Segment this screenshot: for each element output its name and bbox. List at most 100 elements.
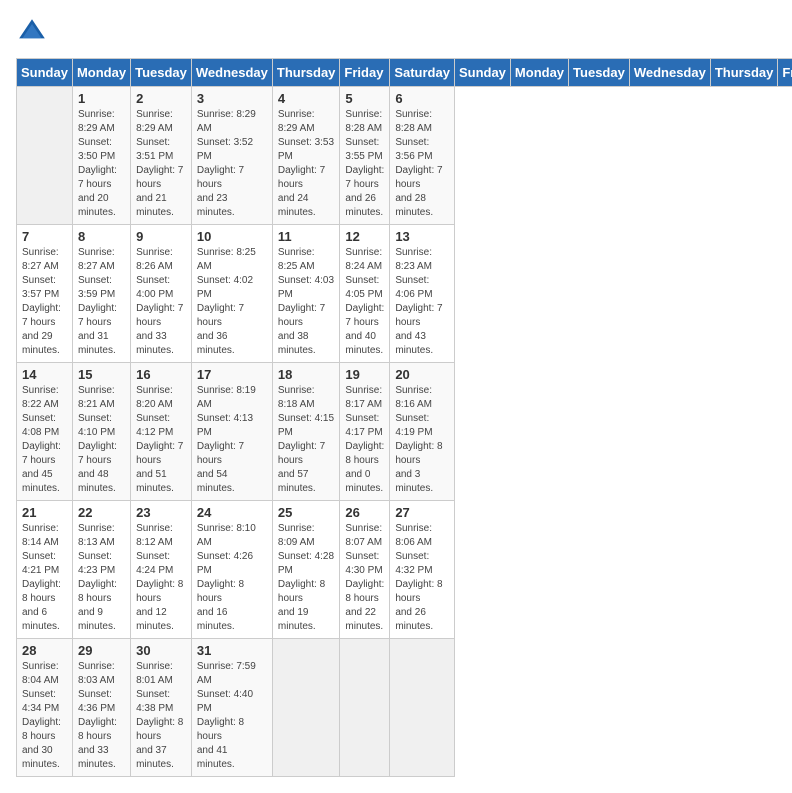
col-header-friday: Friday: [778, 59, 792, 87]
day-cell: 23 Sunrise: 8:12 AM Sunset: 4:24 PM Dayli…: [131, 501, 192, 639]
day-info: Sunrise: 8:27 AM Sunset: 3:57 PM Dayligh…: [22, 246, 67, 358]
day-cell: 2Sunrise: 8:29 AM Sunset: 3:51 PM Daylig…: [131, 87, 192, 225]
day-info: Sunrise: 7:59 AM Sunset: 4:40 PM Dayligh…: [197, 660, 267, 772]
day-number: 26: [345, 505, 384, 520]
col-header-monday: Monday: [510, 59, 568, 87]
day-number: 12: [345, 229, 384, 244]
day-info: Sunrise: 8:29 AM Sunset: 3:50 PM Dayligh…: [78, 108, 125, 220]
day-cell: [340, 639, 390, 777]
header-friday: Friday: [340, 59, 390, 87]
day-info: Sunrise: 8:19 AM Sunset: 4:13 PM Dayligh…: [197, 384, 267, 496]
day-info: Sunrise: 8:09 AM Sunset: 4:28 PM Dayligh…: [278, 522, 335, 634]
week-row-3: 14Sunrise: 8:22 AM Sunset: 4:08 PM Dayli…: [17, 363, 792, 501]
day-info: Sunrise: 8:24 AM Sunset: 4:05 PM Dayligh…: [345, 246, 384, 358]
day-info: Sunrise: 8:18 AM Sunset: 4:15 PM Dayligh…: [278, 384, 335, 496]
day-info: Sunrise: 8:14 AM Sunset: 4:21 PM Dayligh…: [22, 522, 67, 634]
day-cell: 25Sunrise: 8:09 AM Sunset: 4:28 PM Dayli…: [272, 501, 340, 639]
day-cell: 4 Sunrise: 8:29 AM Sunset: 3:53 PM Daylig…: [272, 87, 340, 225]
day-info: Sunrise: 8:12 AM Sunset: 4:24 PM Dayligh…: [136, 522, 186, 634]
header-monday: Monday: [72, 59, 130, 87]
day-number: 16: [136, 367, 186, 382]
day-info: Sunrise: 8:06 AM Sunset: 4:32 PM Dayligh…: [395, 522, 449, 634]
day-cell: 3 Sunrise: 8:29 AM Sunset: 3:52 PM Daylig…: [191, 87, 272, 225]
day-number: 24: [197, 505, 267, 520]
day-number: 1: [78, 91, 125, 106]
day-number: 21: [22, 505, 67, 520]
day-number: 23: [136, 505, 186, 520]
day-cell: 8 Sunrise: 8:27 AM Sunset: 3:59 PM Daylig…: [72, 225, 130, 363]
col-header-tuesday: Tuesday: [569, 59, 630, 87]
logo: [16, 16, 52, 48]
day-cell: 28 Sunrise: 8:04 AM Sunset: 4:34 PM Dayli…: [17, 639, 73, 777]
header-tuesday: Tuesday: [131, 59, 192, 87]
day-info: Sunrise: 8:17 AM Sunset: 4:17 PM Dayligh…: [345, 384, 384, 496]
day-info: Sunrise: 8:07 AM Sunset: 4:30 PM Dayligh…: [345, 522, 384, 634]
day-cell: 17 Sunrise: 8:19 AM Sunset: 4:13 PM Dayli…: [191, 363, 272, 501]
day-info: Sunrise: 8:29 AM Sunset: 3:53 PM Dayligh…: [278, 108, 335, 220]
day-number: 17: [197, 367, 267, 382]
day-number: 30: [136, 643, 186, 658]
day-info: Sunrise: 8:29 AM Sunset: 3:51 PM Dayligh…: [136, 108, 186, 220]
logo-icon: [16, 16, 48, 48]
week-row-1: 1 Sunrise: 8:29 AM Sunset: 3:50 PM Daylig…: [17, 87, 792, 225]
week-row-2: 7 Sunrise: 8:27 AM Sunset: 3:57 PM Daylig…: [17, 225, 792, 363]
day-number: 20: [395, 367, 449, 382]
day-info: Sunrise: 8:10 AM Sunset: 4:26 PM Dayligh…: [197, 522, 267, 634]
day-info: Sunrise: 8:26 AM Sunset: 4:00 PM Dayligh…: [136, 246, 186, 358]
day-cell: 14Sunrise: 8:22 AM Sunset: 4:08 PM Dayli…: [17, 363, 73, 501]
calendar-header-row: SundayMondayTuesdayWednesdayThursdayFrid…: [17, 59, 792, 87]
day-number: 5: [345, 91, 384, 106]
day-number: 28: [22, 643, 67, 658]
header-thursday: Thursday: [272, 59, 340, 87]
day-number: 10: [197, 229, 267, 244]
day-cell: 11 Sunrise: 8:25 AM Sunset: 4:03 PM Dayli…: [272, 225, 340, 363]
day-number: 11: [278, 229, 335, 244]
day-info: Sunrise: 8:13 AM Sunset: 4:23 PM Dayligh…: [78, 522, 125, 634]
day-cell: [272, 639, 340, 777]
day-number: 4: [278, 91, 335, 106]
day-info: Sunrise: 8:27 AM Sunset: 3:59 PM Dayligh…: [78, 246, 125, 358]
day-cell: 27 Sunrise: 8:06 AM Sunset: 4:32 PM Dayli…: [390, 501, 455, 639]
day-number: 18: [278, 367, 335, 382]
day-info: Sunrise: 8:22 AM Sunset: 4:08 PM Dayligh…: [22, 384, 67, 496]
page-header: [16, 16, 776, 48]
day-cell: 21 Sunrise: 8:14 AM Sunset: 4:21 PM Dayli…: [17, 501, 73, 639]
day-number: 29: [78, 643, 125, 658]
day-info: Sunrise: 8:20 AM Sunset: 4:12 PM Dayligh…: [136, 384, 186, 496]
week-row-4: 21 Sunrise: 8:14 AM Sunset: 4:21 PM Dayli…: [17, 501, 792, 639]
day-cell: 30 Sunrise: 8:01 AM Sunset: 4:38 PM Dayli…: [131, 639, 192, 777]
day-cell: 15Sunrise: 8:21 AM Sunset: 4:10 PM Dayli…: [72, 363, 130, 501]
col-header-wednesday: Wednesday: [629, 59, 710, 87]
day-cell: 10 Sunrise: 8:25 AM Sunset: 4:02 PM Dayli…: [191, 225, 272, 363]
day-info: Sunrise: 8:01 AM Sunset: 4:38 PM Dayligh…: [136, 660, 186, 772]
calendar-table: SundayMondayTuesdayWednesdayThursdayFrid…: [16, 58, 792, 777]
day-info: Sunrise: 8:28 AM Sunset: 3:56 PM Dayligh…: [395, 108, 449, 220]
day-info: Sunrise: 8:29 AM Sunset: 3:52 PM Dayligh…: [197, 108, 267, 220]
day-number: 9: [136, 229, 186, 244]
day-number: 3: [197, 91, 267, 106]
col-header-thursday: Thursday: [710, 59, 778, 87]
day-info: Sunrise: 8:25 AM Sunset: 4:03 PM Dayligh…: [278, 246, 335, 358]
day-cell: 12 Sunrise: 8:24 AM Sunset: 4:05 PM Dayli…: [340, 225, 390, 363]
day-number: 6: [395, 91, 449, 106]
day-cell: 6 Sunrise: 8:28 AM Sunset: 3:56 PM Daylig…: [390, 87, 455, 225]
day-cell: [17, 87, 73, 225]
day-cell: 24 Sunrise: 8:10 AM Sunset: 4:26 PM Dayli…: [191, 501, 272, 639]
week-row-5: 28 Sunrise: 8:04 AM Sunset: 4:34 PM Dayli…: [17, 639, 792, 777]
day-cell: 1 Sunrise: 8:29 AM Sunset: 3:50 PM Daylig…: [72, 87, 130, 225]
day-number: 15: [78, 367, 125, 382]
day-info: Sunrise: 8:25 AM Sunset: 4:02 PM Dayligh…: [197, 246, 267, 358]
day-info: Sunrise: 8:23 AM Sunset: 4:06 PM Dayligh…: [395, 246, 449, 358]
day-number: 8: [78, 229, 125, 244]
day-number: 7: [22, 229, 67, 244]
header-sunday: Sunday: [17, 59, 73, 87]
day-info: Sunrise: 8:03 AM Sunset: 4:36 PM Dayligh…: [78, 660, 125, 772]
day-info: Sunrise: 8:04 AM Sunset: 4:34 PM Dayligh…: [22, 660, 67, 772]
day-number: 22: [78, 505, 125, 520]
day-cell: 22 Sunrise: 8:13 AM Sunset: 4:23 PM Dayli…: [72, 501, 130, 639]
col-header-sunday: Sunday: [454, 59, 510, 87]
day-number: 27: [395, 505, 449, 520]
day-cell: 20Sunrise: 8:16 AM Sunset: 4:19 PM Dayli…: [390, 363, 455, 501]
day-cell: 5 Sunrise: 8:28 AM Sunset: 3:55 PM Daylig…: [340, 87, 390, 225]
day-info: Sunrise: 8:28 AM Sunset: 3:55 PM Dayligh…: [345, 108, 384, 220]
